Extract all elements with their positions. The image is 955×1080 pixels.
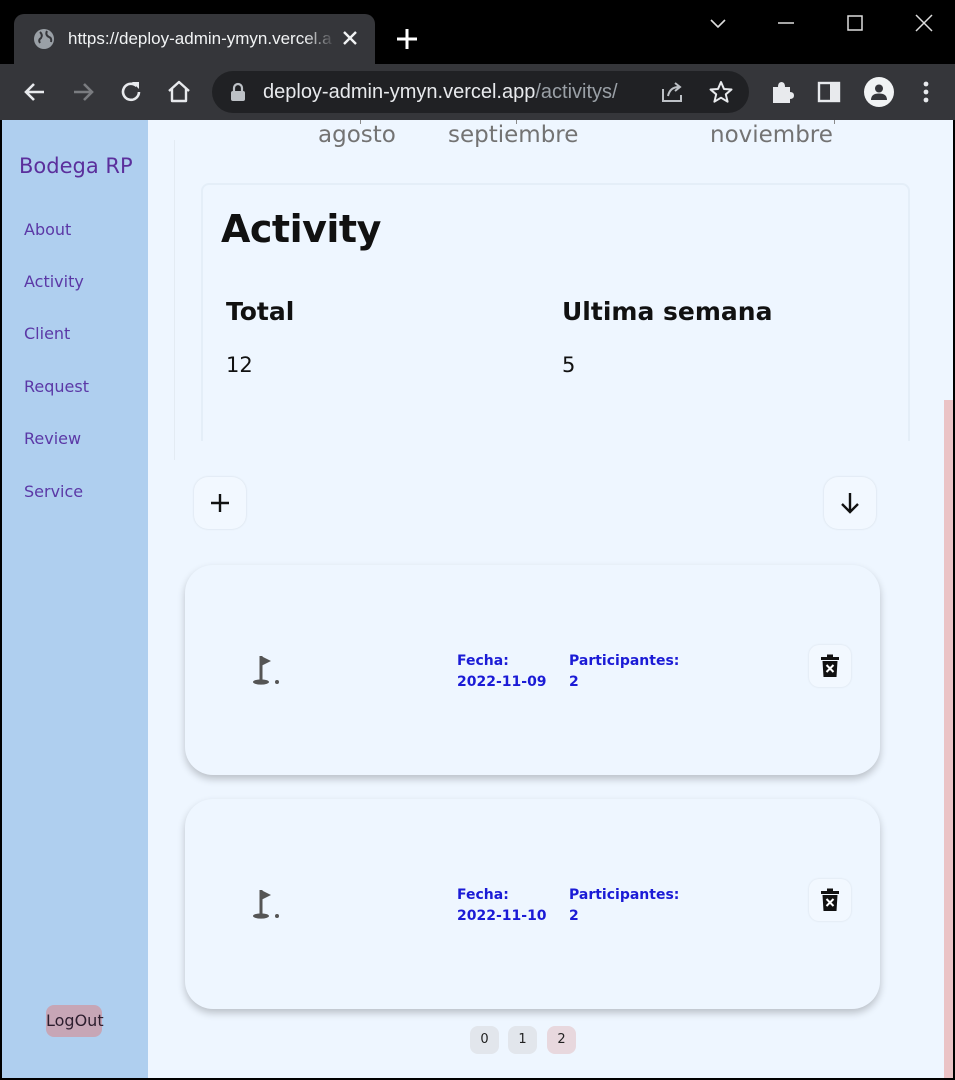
bookmark-star-icon[interactable] [708, 79, 734, 105]
scroll-indicator-strip [944, 400, 953, 1078]
brand-title[interactable]: Bodega RP [19, 154, 133, 178]
activity-item-card: Fecha: 2022-11-10 Participantes: 2 [185, 799, 880, 1009]
globe-icon [34, 29, 54, 49]
logout-button[interactable]: LogOut [46, 1005, 104, 1037]
browser-toolbar: deploy-admin-ymyn.vercel.app/activitys/ [0, 64, 955, 120]
extensions-puzzle-icon[interactable] [768, 78, 796, 106]
sort-download-button[interactable] [824, 477, 876, 529]
sidebar-item-service[interactable]: Service [24, 482, 83, 501]
browser-tab[interactable]: https://deploy-admin-ymyn.vercel.app/act… [14, 14, 375, 64]
total-value: 12 [226, 353, 253, 377]
profile-avatar[interactable] [864, 77, 894, 107]
trash-icon [821, 654, 839, 677]
home-icon[interactable] [165, 77, 193, 105]
tab-search-icon[interactable] [705, 10, 731, 36]
golf-flag-icon [253, 890, 279, 919]
sidebar-item-client[interactable]: Client [24, 324, 70, 343]
participantes-value: 2 [569, 908, 579, 924]
activity-date: Fecha: 2022-11-10 [457, 885, 547, 927]
pagination: 0 1 2 [470, 1026, 580, 1054]
chart-month-label: noviembre [710, 122, 833, 148]
minimize-icon[interactable] [773, 10, 799, 36]
side-panel-icon[interactable] [815, 78, 843, 106]
fecha-label: Fecha: [457, 653, 509, 669]
activity-participants: Participantes: 2 [569, 885, 679, 927]
add-activity-button[interactable] [194, 477, 246, 529]
url-host: deploy-admin-ymyn.vercel.app [263, 81, 536, 103]
forward-arrow-icon[interactable] [69, 78, 97, 106]
sidebar-item-about[interactable]: About [24, 220, 71, 239]
delete-activity-button[interactable] [809, 879, 851, 921]
tab-title-fade [304, 24, 336, 54]
person-icon [871, 84, 887, 100]
page-viewport: Bodega RP About Activity Client Request … [2, 120, 953, 1078]
new-tab-icon[interactable] [394, 26, 420, 52]
activity-date: Fecha: 2022-11-09 [457, 651, 547, 693]
page-button-2[interactable]: 2 [547, 1026, 576, 1054]
golf-flag-icon [253, 656, 279, 685]
address-bar[interactable]: deploy-admin-ymyn.vercel.app/activitys/ [212, 71, 749, 113]
reload-icon[interactable] [117, 78, 145, 106]
close-window-icon[interactable] [911, 10, 937, 36]
last-week-label: Ultima semana [562, 297, 773, 326]
activity-item-card: Fecha: 2022-11-09 Participantes: 2 [185, 565, 880, 775]
menu-kebab-icon[interactable] [912, 78, 940, 106]
delete-activity-button[interactable] [809, 645, 851, 687]
back-arrow-icon[interactable] [21, 78, 49, 106]
main-content: agosto septiembre noviembre Activity Tot… [148, 120, 953, 1078]
total-label: Total [226, 297, 295, 326]
chart-month-label: septiembre [448, 122, 579, 148]
fecha-value: 2022-11-10 [457, 908, 547, 924]
fecha-value: 2022-11-09 [457, 674, 547, 690]
sidebar-item-review[interactable]: Review [24, 429, 81, 448]
sidebar: Bodega RP About Activity Client Request … [2, 120, 148, 1078]
last-week-value: 5 [562, 353, 576, 377]
panel-divider [174, 140, 175, 460]
sidebar-item-request[interactable]: Request [24, 377, 89, 396]
browser-titlebar: https://deploy-admin-ymyn.vercel.app/act… [0, 0, 955, 64]
maximize-icon[interactable] [842, 10, 868, 36]
url-text[interactable]: deploy-admin-ymyn.vercel.app/activitys/ [263, 79, 618, 105]
close-tab-icon[interactable] [340, 28, 360, 48]
url-path: /activitys/ [535, 81, 618, 103]
participantes-value: 2 [569, 674, 579, 690]
sidebar-item-activity[interactable]: Activity [24, 272, 84, 291]
activity-summary-card: Activity Total 12 Ultima semana 5 [201, 183, 910, 441]
lock-icon[interactable] [229, 82, 247, 102]
participantes-label: Participantes: [569, 887, 680, 903]
participantes-label: Participantes: [569, 653, 680, 669]
arrow-down-icon [841, 493, 859, 514]
page-button-0[interactable]: 0 [470, 1026, 499, 1054]
activity-title: Activity [221, 207, 381, 251]
activity-participants: Participantes: 2 [569, 651, 679, 693]
axis-tick [834, 120, 835, 124]
page-button-1[interactable]: 1 [508, 1026, 537, 1054]
fecha-label: Fecha: [457, 887, 509, 903]
trash-icon [821, 888, 839, 911]
chart-month-label: agosto [318, 122, 396, 148]
tab-title: https://deploy-admin-ymyn.vercel.app/act… [68, 29, 332, 48]
plus-icon [211, 494, 229, 512]
share-icon[interactable] [660, 80, 686, 104]
